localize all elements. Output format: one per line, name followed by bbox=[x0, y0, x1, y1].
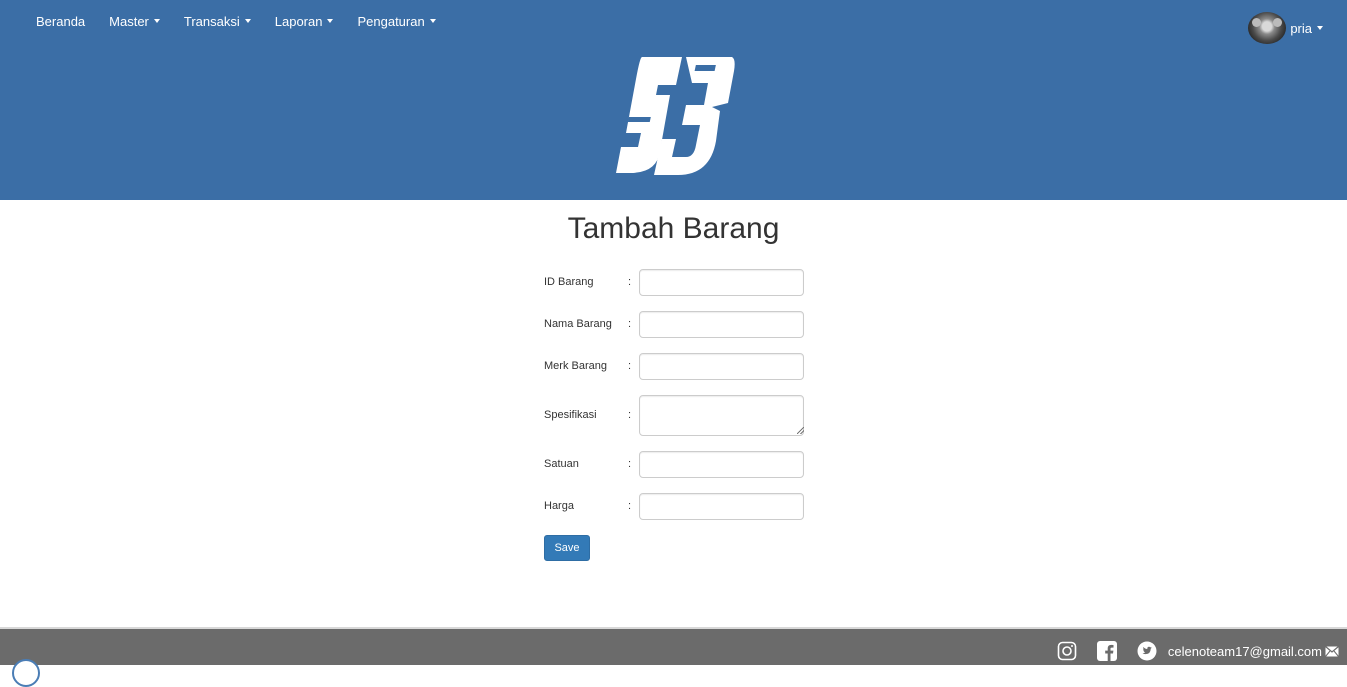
form-row-harga: Harga : bbox=[544, 493, 806, 520]
email-link[interactable]: celenoteam17@gmail.com bbox=[1168, 644, 1322, 659]
save-button[interactable]: Save bbox=[544, 535, 590, 561]
nav-item-transaksi[interactable]: Transaksi bbox=[172, 14, 263, 29]
user-name: pria bbox=[1290, 20, 1312, 36]
field-label: Spesifikasi bbox=[544, 409, 597, 421]
caret-down-icon bbox=[244, 19, 251, 23]
instagram-icon[interactable] bbox=[1057, 641, 1077, 661]
caret-down-icon bbox=[429, 19, 436, 23]
nama-barang-input[interactable] bbox=[639, 311, 804, 338]
nav-item-label: Beranda bbox=[36, 13, 86, 29]
field-colon: : bbox=[628, 318, 632, 330]
field-colon: : bbox=[628, 409, 632, 421]
caret-down-icon bbox=[1317, 26, 1323, 30]
caret-down-icon bbox=[153, 19, 160, 23]
nav-item-laporan[interactable]: Laporan bbox=[263, 14, 346, 29]
sb-logo bbox=[616, 57, 735, 175]
field-label: Satuan bbox=[544, 458, 579, 470]
header-banner: Beranda Master Transaksi Laporan Pengatu… bbox=[0, 0, 1347, 200]
footer-links: celenoteam17@gmail.com bbox=[1037, 639, 1339, 663]
field-colon: : bbox=[628, 276, 632, 288]
form-row-id-barang: ID Barang : bbox=[544, 269, 806, 296]
nav-item-beranda[interactable]: Beranda bbox=[24, 14, 97, 29]
nav-item-label: Laporan bbox=[274, 13, 323, 29]
field-colon: : bbox=[628, 458, 632, 470]
page-title: Tambah Barang bbox=[567, 212, 780, 245]
nav-item-label: Pengaturan bbox=[357, 13, 425, 29]
satuan-input[interactable] bbox=[639, 451, 804, 478]
field-label: ID Barang bbox=[544, 276, 594, 288]
scroll-top-button[interactable] bbox=[12, 659, 40, 687]
avatar bbox=[1248, 12, 1287, 44]
form-row-satuan: Satuan : bbox=[544, 451, 806, 478]
form-row-merk-barang: Merk Barang : bbox=[544, 353, 806, 380]
harga-input[interactable] bbox=[639, 493, 804, 520]
nav-item-label: Master bbox=[109, 13, 149, 29]
footer: celenoteam17@gmail.com bbox=[0, 627, 1347, 665]
nav-item-master[interactable]: Master bbox=[97, 14, 172, 29]
merk-barang-input[interactable] bbox=[639, 353, 804, 380]
spesifikasi-textarea[interactable] bbox=[639, 395, 804, 436]
mail-icon bbox=[1325, 645, 1339, 657]
twitter-icon[interactable] bbox=[1137, 641, 1157, 661]
form-row-nama-barang: Nama Barang : bbox=[544, 311, 806, 338]
nav-item-pengaturan[interactable]: Pengaturan bbox=[345, 14, 447, 29]
user-menu[interactable]: pria bbox=[1248, 12, 1323, 44]
main-nav: Beranda Master Transaksi Laporan Pengatu… bbox=[24, 0, 448, 42]
field-label: Nama Barang bbox=[544, 318, 612, 330]
field-colon: : bbox=[628, 360, 632, 372]
form-row-spesifikasi: Spesifikasi : bbox=[544, 395, 806, 436]
facebook-icon[interactable] bbox=[1096, 641, 1117, 661]
field-label: Harga bbox=[544, 500, 574, 512]
nav-item-label: Transaksi bbox=[183, 13, 240, 29]
id-barang-input[interactable] bbox=[639, 269, 804, 296]
field-colon: : bbox=[628, 500, 632, 512]
caret-down-icon bbox=[327, 19, 334, 23]
field-label: Merk Barang bbox=[544, 360, 607, 372]
